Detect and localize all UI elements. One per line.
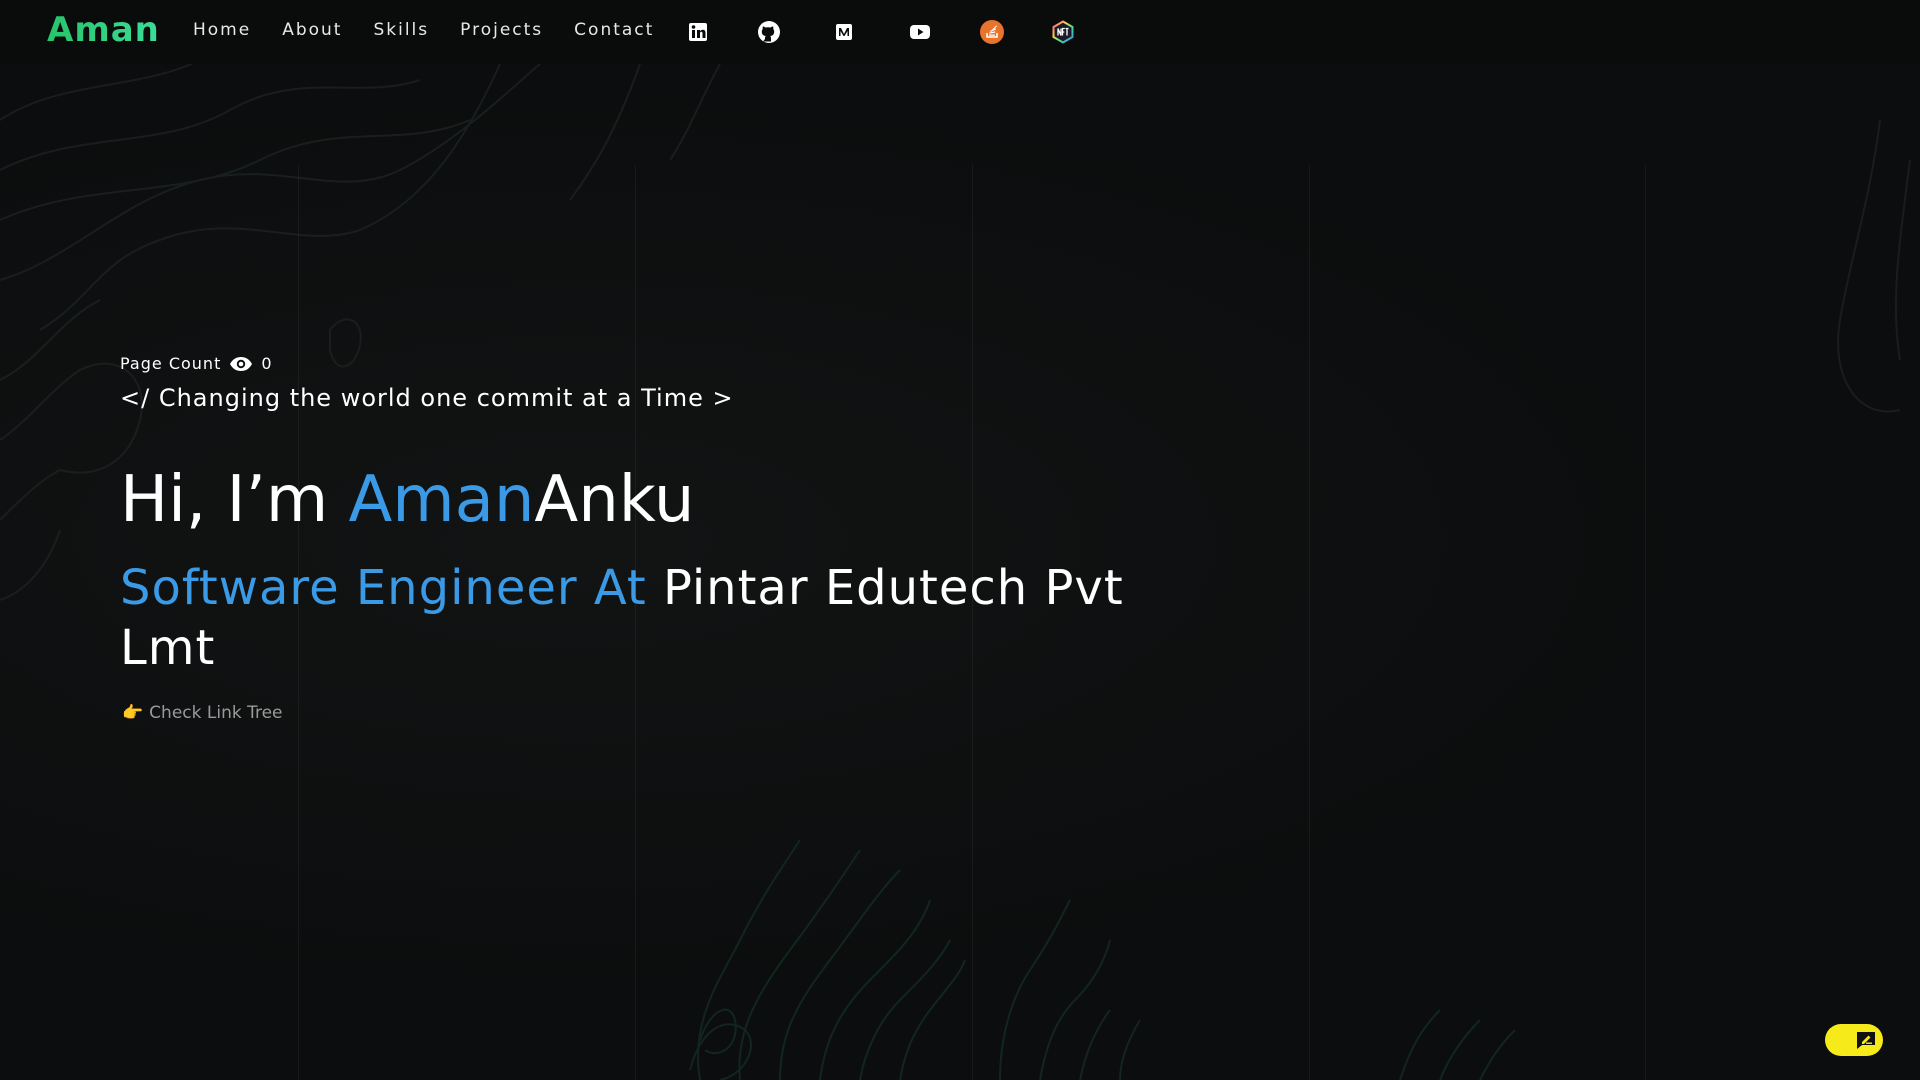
nft-icon[interactable] bbox=[1051, 20, 1075, 44]
navbar: Aman Home About Skills Projects Contact bbox=[0, 0, 1920, 64]
nav-link-contact[interactable]: Contact bbox=[574, 20, 654, 40]
feedback-button[interactable] bbox=[1825, 1024, 1883, 1056]
page-count: Page Count 0 bbox=[120, 354, 273, 373]
first-name: Aman bbox=[348, 463, 535, 537]
feedback-icon bbox=[1855, 1030, 1877, 1050]
role-title: Software Engineer At bbox=[120, 560, 663, 616]
linkedin-icon[interactable] bbox=[686, 20, 710, 44]
greeting: Hi, I’m bbox=[120, 463, 349, 537]
nav-link-projects[interactable]: Projects bbox=[460, 20, 543, 40]
stackoverflow-icon[interactable] bbox=[980, 20, 1004, 44]
hero-role: Software Engineer At Pintar Edutech Pvt … bbox=[120, 558, 1180, 678]
medium-icon[interactable] bbox=[832, 20, 856, 44]
page-count-label: Page Count bbox=[120, 354, 222, 373]
link-tree-label: Check Link Tree bbox=[149, 703, 283, 723]
tagline: </ Changing the world one commit at a Ti… bbox=[120, 384, 734, 412]
nav-links: Home About Skills Projects Contact bbox=[193, 20, 685, 40]
topographic-background bbox=[0, 47, 1911, 1080]
logo[interactable]: Aman bbox=[47, 10, 160, 50]
nav-link-home[interactable]: Home bbox=[193, 20, 251, 40]
grid-line bbox=[1309, 165, 1310, 1080]
link-tree-link[interactable]: 👉 Check Link Tree bbox=[122, 703, 283, 723]
page-count-value: 0 bbox=[261, 354, 273, 373]
page: Aman Home About Skills Projects Contact bbox=[0, 0, 1920, 1080]
last-name: Anku bbox=[534, 463, 695, 537]
hero-title: Hi, I’m AmanAnku bbox=[120, 460, 694, 540]
grid-line bbox=[1645, 165, 1646, 1080]
eye-icon bbox=[229, 356, 253, 372]
youtube-icon[interactable] bbox=[908, 20, 932, 44]
nav-link-about[interactable]: About bbox=[282, 20, 342, 40]
pointing-hand-icon: 👉 bbox=[122, 703, 144, 723]
github-icon[interactable] bbox=[757, 20, 781, 44]
nav-link-skills[interactable]: Skills bbox=[373, 20, 429, 40]
